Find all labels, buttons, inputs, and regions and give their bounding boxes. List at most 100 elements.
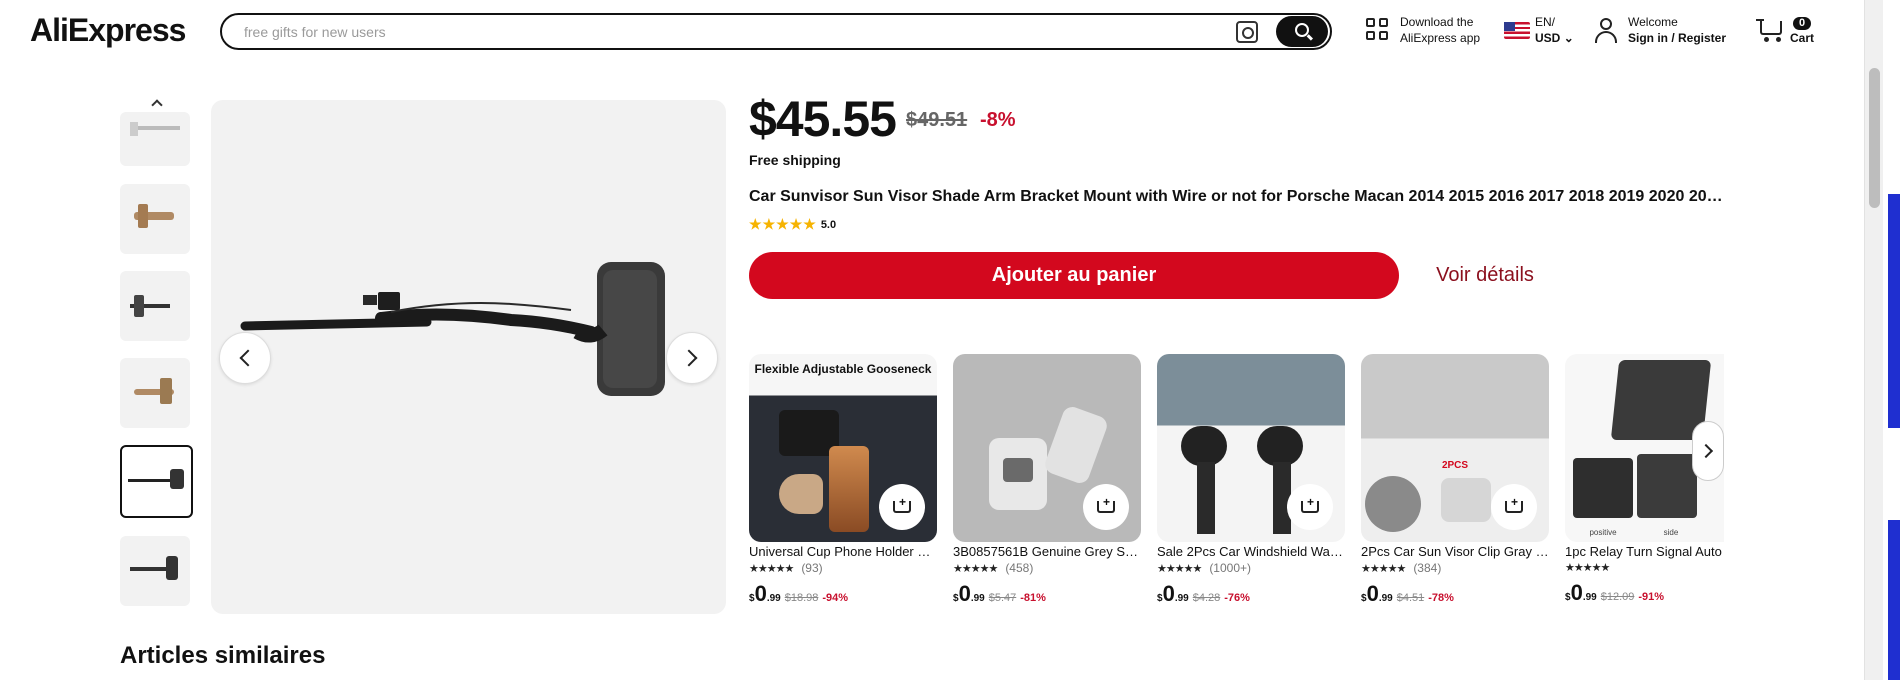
sun-visor-bracket-illustration: [240, 262, 665, 396]
signin-link[interactable]: Sign in / Register: [1628, 30, 1726, 46]
recommendations-carousel: Flexible Adjustable Gooseneck + Universa…: [749, 354, 1724, 616]
rec-rating: ★★★★★ (1000+): [1157, 561, 1345, 575]
view-details-link[interactable]: Voir détails: [1405, 252, 1565, 299]
rec-reviews: (384): [1413, 561, 1442, 575]
rec-price: $0.99 $4.51 -78%: [1361, 581, 1454, 606]
star-icon: ★: [789, 216, 803, 232]
rec-reviews: (458): [1005, 561, 1034, 575]
add-to-cart-icon-button[interactable]: +: [1287, 484, 1333, 530]
page-scrollbar[interactable]: [1864, 0, 1883, 680]
current-price: $45.55: [749, 91, 897, 147]
rec-title[interactable]: 3B0857561B Genuine Grey Sun Visor Clip: [953, 544, 1141, 559]
rec-original-price: $18.98: [784, 592, 819, 604]
discount-badge: -8%: [980, 109, 1016, 131]
rec-discount: -81%: [1020, 592, 1046, 604]
rec-card[interactable]: + 3B0857561B Genuine Grey Sun Visor Clip…: [953, 354, 1141, 607]
thumbnail-4[interactable]: [120, 358, 190, 428]
rec-original-price: $5.47: [988, 592, 1017, 604]
shipping-info: Free shipping: [749, 152, 841, 168]
qr-code-icon: [1366, 18, 1390, 42]
thumbnail-1[interactable]: [120, 112, 190, 166]
header: AliExpress Download the AliExpress app E…: [0, 0, 1864, 62]
chevron-down-icon: ⌄: [1563, 31, 1574, 45]
rec-reviews: (1000+): [1209, 561, 1252, 575]
rec-price: $0.99 $12.09 -91%: [1565, 580, 1665, 605]
rec-title[interactable]: 2Pcs Car Sun Visor Clip Gray Hook: [1361, 544, 1549, 559]
rating-stars-icon: ★★★★★: [953, 562, 998, 575]
user-icon: [1594, 17, 1618, 43]
rec-price: $0.99 $5.47 -81%: [953, 581, 1046, 606]
rec-image-caption: positive: [1589, 528, 1617, 537]
search-button[interactable]: [1276, 16, 1328, 47]
rec-image-caption: Flexible Adjustable Gooseneck: [754, 362, 932, 376]
search-input[interactable]: [244, 23, 1204, 40]
rec-card[interactable]: + Sale 2Pcs Car Windshield Washer Nozzle…: [1157, 354, 1345, 607]
thumbnail-3[interactable]: [120, 271, 190, 341]
thumbnails-up-arrow-icon[interactable]: [150, 97, 162, 109]
rec-image[interactable]: +: [953, 354, 1141, 542]
window-edge: [1884, 0, 1900, 680]
scrollbar-thumb[interactable]: [1869, 68, 1880, 208]
similar-items-heading: Articles similaires: [120, 642, 326, 669]
rec-original-price: $4.28: [1192, 592, 1221, 604]
cart-icon: [1756, 17, 1784, 43]
rec-card[interactable]: positive side 1pc Relay Turn Signal Auto…: [1565, 354, 1724, 606]
rec-card[interactable]: Flexible Adjustable Gooseneck + Universa…: [749, 354, 937, 607]
rec-rating: ★★★★★ (93): [749, 561, 937, 575]
rec-original-price: $12.09: [1600, 591, 1635, 603]
download-app-line1: Download the: [1400, 15, 1474, 29]
star-icon: ★: [762, 216, 776, 232]
rec-price: $0.99 $4.28 -76%: [1157, 581, 1250, 606]
rec-card[interactable]: 2PCS + 2Pcs Car Sun Visor Clip Gray Hook…: [1361, 354, 1549, 607]
rec-image[interactable]: 2PCS +: [1361, 354, 1549, 542]
rec-image-caption: side: [1663, 528, 1679, 537]
currency-label: USD: [1535, 31, 1561, 45]
add-to-cart-icon-button[interactable]: +: [879, 484, 925, 530]
add-to-cart-icon-button[interactable]: +: [1491, 484, 1537, 530]
image-next-button[interactable]: [666, 332, 718, 384]
rec-title[interactable]: Universal Cup Phone Holder Car Mount: [749, 544, 937, 559]
language-label: EN/: [1535, 15, 1556, 29]
camera-search-icon[interactable]: [1236, 21, 1258, 43]
rating-stars-icon: ★★★★★: [1565, 562, 1610, 574]
rating-stars-icon: ★★★★★: [1157, 562, 1202, 575]
cart-link[interactable]: 0 Cart: [1756, 14, 1814, 46]
download-app-link[interactable]: Download the AliExpress app: [1366, 14, 1480, 46]
image-prev-button[interactable]: [219, 332, 271, 384]
product-page: AliExpress Download the AliExpress app E…: [0, 0, 1900, 680]
star-icon: ★: [803, 216, 816, 232]
star-icon: ★: [749, 216, 762, 232]
us-flag-icon: [1504, 21, 1530, 39]
thumbnail-6[interactable]: [120, 536, 190, 606]
aliexpress-logo[interactable]: AliExpress: [30, 12, 186, 49]
language-currency-selector[interactable]: EN/ USD ⌄: [1504, 14, 1574, 46]
rec-image[interactable]: +: [1157, 354, 1345, 542]
chevron-right-icon: [680, 349, 698, 367]
original-price: $49.51: [906, 109, 968, 131]
rating[interactable]: ★ ★ ★ ★ ★ 5.0: [749, 216, 836, 233]
main-product-image[interactable]: [211, 100, 726, 614]
recommendations-next-button[interactable]: [1692, 421, 1724, 481]
chevron-left-icon: [239, 349, 257, 367]
rec-rating: ★★★★★ (384): [1361, 561, 1549, 575]
rec-discount: -78%: [1428, 592, 1454, 604]
account-menu[interactable]: Welcome Sign in / Register: [1594, 14, 1726, 46]
rec-rating: ★★★★★ (458): [953, 561, 1141, 575]
add-to-cart-button[interactable]: Ajouter au panier: [749, 252, 1399, 299]
rec-discount: -94%: [822, 592, 849, 604]
thumbnail-2[interactable]: [120, 184, 190, 254]
rating-stars-icon: ★★★★★: [1361, 562, 1406, 575]
rec-title[interactable]: 1pc Relay Turn Signal Auto: [1565, 544, 1724, 559]
rating-value: 5.0: [820, 218, 837, 231]
add-to-cart-icon-button[interactable]: +: [1083, 484, 1129, 530]
rec-image-caption: 2PCS: [1441, 460, 1469, 471]
rec-price: $0.99 $18.98 -94%: [749, 581, 849, 606]
welcome-text: Welcome: [1628, 15, 1678, 29]
rec-discount: -91%: [1638, 591, 1665, 603]
rec-image[interactable]: Flexible Adjustable Gooseneck +: [749, 354, 937, 542]
rec-title[interactable]: Sale 2Pcs Car Windshield Washer Nozzle: [1157, 544, 1345, 559]
rec-reviews: (93): [801, 561, 823, 575]
chevron-right-icon: [1698, 443, 1714, 459]
rec-rating: ★★★★★: [1565, 561, 1724, 574]
thumbnail-5[interactable]: [120, 445, 193, 518]
